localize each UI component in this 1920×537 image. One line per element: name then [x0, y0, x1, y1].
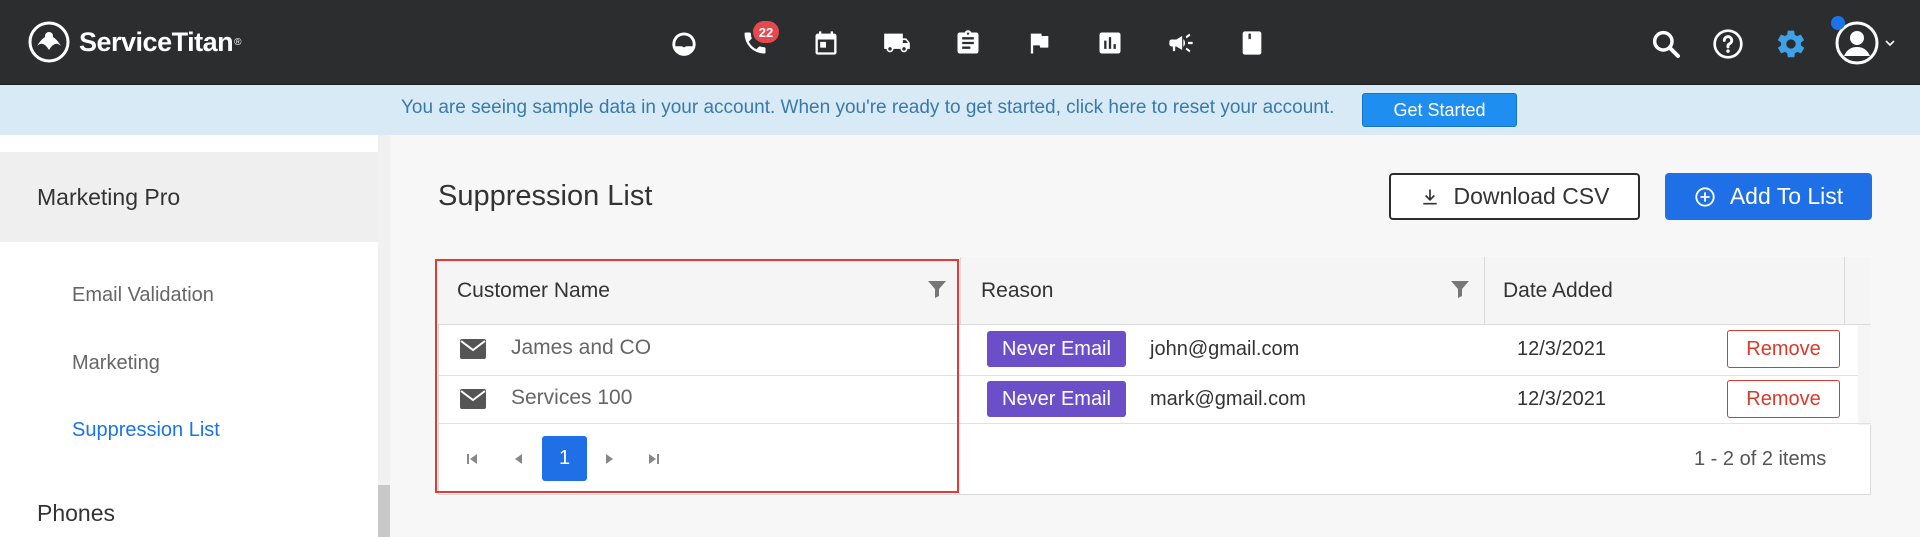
table-scroll-gutter — [1858, 325, 1871, 425]
search-icon[interactable] — [1646, 24, 1686, 64]
prev-page-icon[interactable] — [503, 443, 535, 475]
remove-button[interactable]: Remove — [1727, 330, 1840, 368]
pager-divider — [438, 423, 1871, 424]
email-address: mark@gmail.com — [1150, 388, 1306, 410]
phone-badge: 22 — [753, 21, 779, 43]
column-divider[interactable] — [960, 257, 961, 325]
first-page-icon[interactable] — [456, 443, 488, 475]
remove-button[interactable]: Remove — [1727, 380, 1840, 418]
column-header-reason[interactable]: Reason — [981, 279, 1053, 303]
get-started-button[interactable]: Get Started — [1362, 93, 1517, 127]
sidebar-scrollbar-thumb[interactable] — [378, 485, 390, 537]
date-added: 12/3/2021 — [1517, 388, 1606, 410]
table-header — [438, 257, 1871, 325]
dashboard-icon[interactable] — [648, 22, 719, 64]
page-title: Suppression List — [438, 180, 653, 212]
last-page-icon[interactable] — [638, 443, 670, 475]
email-icon — [460, 339, 486, 359]
row-divider — [438, 375, 1858, 376]
download-csv-label: Download CSV — [1453, 183, 1610, 209]
sidebar-section-label: Marketing Pro — [37, 184, 181, 210]
customer-name: James and CO — [511, 336, 652, 359]
pager-info: 1 - 2 of 2 items — [1694, 448, 1827, 470]
truck-icon[interactable] — [861, 22, 932, 64]
reports-icon[interactable] — [1074, 22, 1145, 64]
email-address: john@gmail.com — [1150, 338, 1300, 360]
add-circle-icon — [1695, 186, 1715, 207]
date-added: 12/3/2021 — [1517, 338, 1606, 360]
download-csv-button[interactable]: Download CSV — [1389, 173, 1640, 220]
filter-icon[interactable] — [1450, 279, 1470, 299]
logo-icon — [28, 21, 70, 63]
sidebar-item-marketing[interactable]: Marketing — [72, 352, 160, 375]
calendar-icon[interactable] — [790, 22, 861, 64]
next-page-icon[interactable] — [593, 443, 625, 475]
sidebar-section-phones[interactable]: Phones — [37, 500, 115, 527]
help-icon[interactable] — [1708, 24, 1748, 64]
megaphone-icon[interactable] — [1145, 22, 1216, 64]
registered-mark: ® — [234, 36, 242, 48]
filter-icon[interactable] — [927, 279, 947, 299]
column-divider[interactable] — [1484, 257, 1485, 325]
sidebar-section-marketing-pro[interactable]: Marketing Pro — [0, 152, 378, 242]
add-to-list-button[interactable]: Add To List — [1665, 173, 1872, 220]
reason-tag: Never Email — [987, 381, 1126, 417]
add-to-list-label: Add To List — [1729, 183, 1844, 209]
banner-text[interactable]: You are seeing sample data in your accou… — [401, 97, 1334, 119]
reason-tag: Never Email — [987, 331, 1126, 367]
email-icon — [460, 389, 486, 409]
brand-name: ServiceTitan — [79, 26, 234, 57]
main-nav — [648, 22, 1287, 64]
chevron-down-icon — [1885, 40, 1895, 47]
current-page-button[interactable]: 1 — [542, 436, 587, 481]
gear-icon[interactable] — [1771, 24, 1811, 64]
download-icon — [1422, 189, 1437, 204]
book-icon[interactable] — [1216, 22, 1287, 64]
column-header-customer-name[interactable]: Customer Name — [457, 279, 610, 303]
column-divider[interactable] — [1844, 257, 1845, 325]
sidebar-scrollbar[interactable] — [378, 135, 390, 537]
flag-icon[interactable] — [1003, 22, 1074, 64]
column-header-date-added[interactable]: Date Added — [1503, 279, 1613, 303]
servicetitan-logo[interactable]: ServiceTitan ® — [27, 17, 241, 67]
sidebar-item-email-validation[interactable]: Email Validation — [72, 284, 214, 307]
notification-dot — [1831, 16, 1845, 30]
sidebar-item-suppression-list[interactable]: Suppression List — [72, 419, 220, 442]
clipboard-icon[interactable] — [932, 22, 1003, 64]
customer-name: Services 100 — [511, 386, 633, 409]
